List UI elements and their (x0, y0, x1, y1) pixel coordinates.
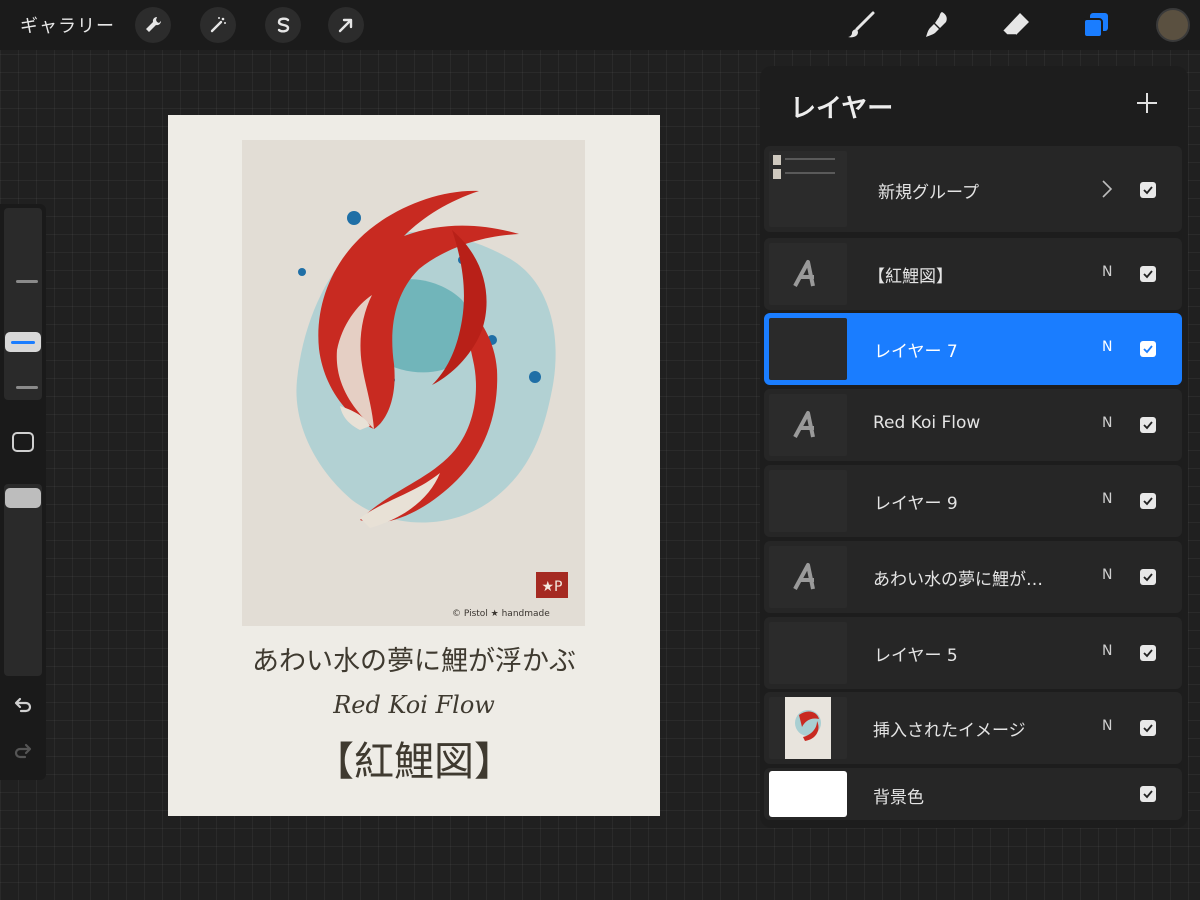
opacity-handle[interactable] (5, 488, 41, 508)
modify-button[interactable] (12, 432, 34, 452)
selection-s-icon[interactable] (265, 7, 301, 43)
layer-row-group[interactable]: 新規グループ (764, 146, 1182, 232)
text-layer-icon (769, 243, 847, 305)
visibility-checkbox[interactable] (1140, 720, 1156, 736)
background-color-swatch (769, 771, 847, 817)
eraser-icon[interactable] (998, 8, 1034, 42)
layer-name: 新規グループ (878, 183, 979, 203)
visibility-checkbox[interactable] (1140, 182, 1156, 198)
layer-row[interactable]: レイヤー 9 N (764, 465, 1182, 537)
layer-row-image[interactable]: 挿入されたイメージ N (764, 692, 1182, 764)
brush-size-handle[interactable] (5, 332, 41, 352)
top-toolbar: ギャラリー (0, 0, 1200, 50)
drawing-canvas[interactable]: ★P © Pistol ★ handmade あわい水の夢に鯉が浮かぶ Red … (168, 115, 660, 816)
blend-mode-label[interactable]: N (1102, 643, 1112, 659)
blend-mode-label[interactable]: N (1102, 491, 1112, 507)
artist-stamp: ★P (542, 579, 563, 595)
blend-mode-label[interactable]: N (1102, 718, 1112, 734)
color-picker-button[interactable] (1156, 8, 1190, 42)
caption-title: 【紅鯉図】 (314, 739, 514, 785)
arrow-icon[interactable] (328, 7, 364, 43)
layer-name: Red Koi Flow (873, 413, 981, 433)
undo-icon[interactable] (12, 694, 34, 716)
visibility-checkbox[interactable] (1140, 266, 1156, 282)
layer-name: レイヤー 5 (874, 646, 958, 666)
artist-signature: © Pistol ★ handmade (452, 609, 550, 619)
text-layer-icon (769, 394, 847, 456)
opacity-slider[interactable] (4, 484, 42, 676)
blend-mode-label[interactable]: N (1102, 415, 1112, 431)
layers-panel-title: レイヤー (790, 94, 894, 124)
layers-icon[interactable] (1078, 8, 1114, 42)
layer-name: 【紅鯉図】 (868, 267, 953, 287)
caption-japanese: あわい水の夢に鯉が浮かぶ (252, 646, 576, 677)
layer-row-text[interactable]: あわい水の夢に鯉が… N (764, 541, 1182, 613)
chevron-right-icon[interactable] (1101, 178, 1113, 200)
layer-row-background[interactable]: 背景色 (764, 768, 1182, 820)
layer-row[interactable]: レイヤー 5 N (764, 617, 1182, 689)
wrench-icon[interactable] (135, 7, 171, 43)
layer-row-selected[interactable]: レイヤー 7 N (764, 313, 1182, 385)
magic-wand-icon[interactable] (200, 7, 236, 43)
layer-name: あわい水の夢に鯉が… (873, 570, 1043, 590)
layer-row-text[interactable]: Red Koi Flow N (764, 389, 1182, 461)
blend-mode-label[interactable]: N (1102, 567, 1112, 583)
add-layer-icon[interactable] (1132, 88, 1162, 118)
brush-size-slider[interactable] (4, 208, 42, 400)
slider-tick (16, 386, 38, 389)
koi-artwork: ★P © Pistol ★ handmade (242, 140, 585, 626)
layer-row-text[interactable]: 【紅鯉図】 N (764, 238, 1182, 310)
visibility-checkbox[interactable] (1140, 341, 1156, 357)
redo-icon[interactable] (12, 740, 34, 762)
layer-name: レイヤー 7 (874, 342, 958, 362)
caption-english: Red Koi Flow (333, 691, 495, 719)
slider-tick (16, 280, 38, 283)
visibility-checkbox[interactable] (1140, 645, 1156, 661)
layer-name: 背景色 (873, 788, 924, 808)
layer-thumbnail (769, 622, 847, 684)
layer-thumbnail (769, 318, 847, 380)
visibility-checkbox[interactable] (1140, 417, 1156, 433)
layers-panel: レイヤー 新規グループ 【紅鯉図】 N レイヤー 7 N Red Koi Flo… (760, 66, 1188, 828)
text-layer-icon (769, 546, 847, 608)
smudge-icon[interactable] (920, 8, 956, 42)
layer-name: 挿入されたイメージ (873, 721, 1026, 741)
image-layer-thumbnail (769, 697, 847, 759)
layer-name: レイヤー 9 (874, 494, 958, 514)
left-sidebar (0, 204, 46, 780)
brush-icon[interactable] (843, 8, 879, 42)
gallery-button[interactable]: ギャラリー (20, 12, 115, 38)
visibility-checkbox[interactable] (1140, 786, 1156, 802)
visibility-checkbox[interactable] (1140, 493, 1156, 509)
group-thumbnail (769, 151, 847, 227)
blend-mode-label[interactable]: N (1102, 339, 1112, 355)
visibility-checkbox[interactable] (1140, 569, 1156, 585)
layer-thumbnail (769, 470, 847, 532)
blend-mode-label[interactable]: N (1102, 264, 1112, 280)
